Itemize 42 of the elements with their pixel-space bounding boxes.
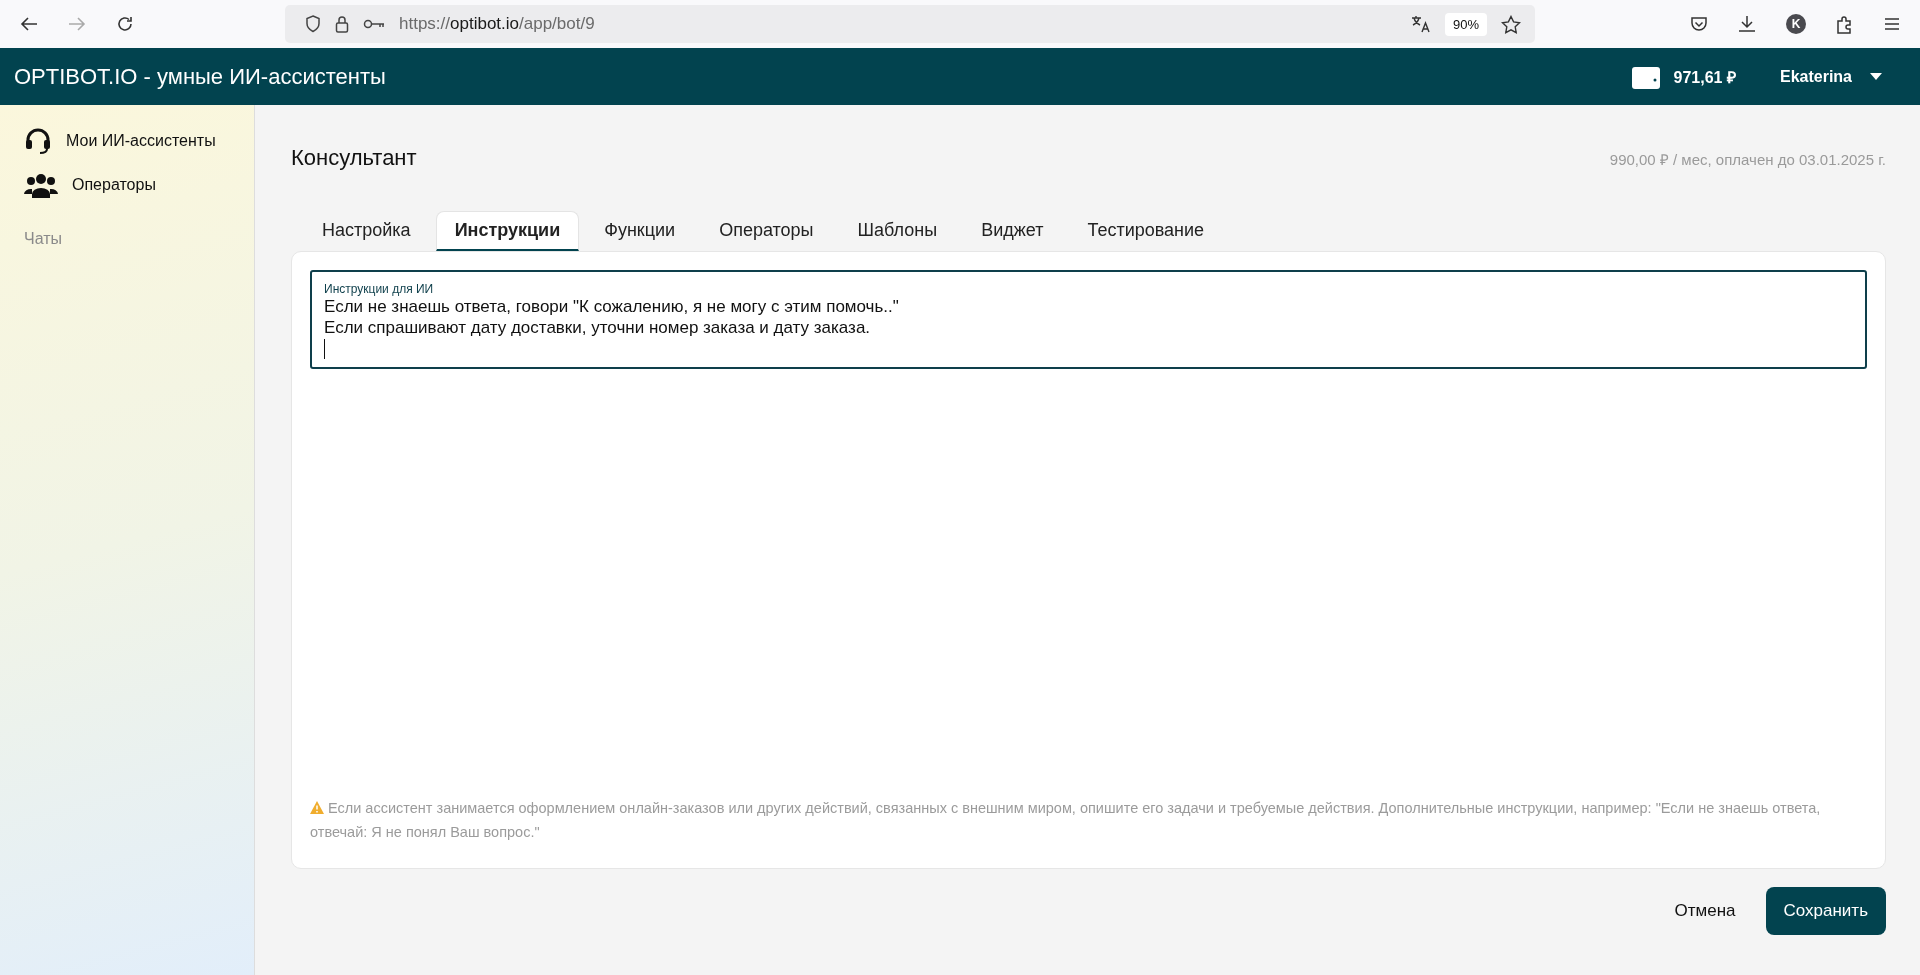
url-text[interactable]: https://optibot.io/app/bot/9 [399,14,595,34]
instruction-line: Если не знаешь ответа, говори "К сожалению, я не могу с этим помочь.." [324,296,899,317]
zoom-level-badge[interactable]: 90% [1444,12,1487,36]
hint-text: Если ассистент занимается оформлением онлайн-заказов или других действий, связанных с внешним миром, опишите его задачи и требуемые действия. Дополнительные инструкции, например: "Если не знаешь ответа, отвечай: Я не понял Ваш вопрос." [310,799,1822,842]
download-icon[interactable] [1738,15,1756,33]
account-avatar[interactable]: K [1786,14,1806,34]
lock-icon[interactable] [335,15,349,33]
menu-icon[interactable] [1884,17,1900,31]
save-button[interactable]: Сохранить [1765,887,1886,935]
field-label: Инструкции для ИИ [324,282,434,296]
user-menu[interactable]: Ekaterina [1779,67,1882,86]
caret-icon [1870,73,1882,80]
headset-icon [24,127,52,155]
star-icon[interactable] [1501,14,1521,34]
back-icon[interactable] [20,16,38,32]
balance-amount: 971,61 ₽ [1673,67,1736,88]
users-icon [24,172,58,198]
puzzle-icon[interactable] [1836,14,1854,34]
shield-icon[interactable] [305,15,321,33]
cancel-button[interactable]: Отмена [1670,893,1740,929]
page-title: Консультант [291,145,417,171]
text-cursor [324,339,325,359]
pocket-icon[interactable] [1690,15,1708,33]
tab[interactable]: Шаблоны [838,211,957,251]
tab[interactable]: Виджет [962,211,1063,251]
instruction-line: Если спрашивают дату доставки, уточни номер заказа и дату заказа. [324,317,871,338]
translate-icon[interactable] [1410,15,1431,33]
address-bar[interactable]: https://optibot.io/app/bot/9 90% [285,5,1535,43]
tab[interactable]: Тестирование [1068,211,1224,251]
reload-icon[interactable] [116,15,134,33]
tab[interactable]: Инструкции [435,211,580,251]
wallet-icon [1631,64,1660,89]
warning-icon [310,801,324,814]
tab[interactable]: Функции [585,211,695,251]
tab[interactable]: Операторы [700,211,833,251]
tab[interactable]: Настройка [303,211,430,251]
instructions-field[interactable]: Инструкции для ИИ Если не знаешь ответа, говори "К сожалению, я не могу с этим помочь.." Если спрашивают дату доставки, уточни номер заказа и дату заказа. [310,270,1867,369]
app-title[interactable]: OPTIBOT.IO - умные ИИ-ассистенты [14,63,386,90]
sidebar-item[interactable]: Мои ИИ-ассистенты [66,132,216,150]
key-icon[interactable] [363,18,385,30]
sidebar-item[interactable]: Операторы [72,176,156,194]
subscription-info: 990,00 ₽ / мес, оплачен до 03.01.2025 г. [1609,150,1886,169]
